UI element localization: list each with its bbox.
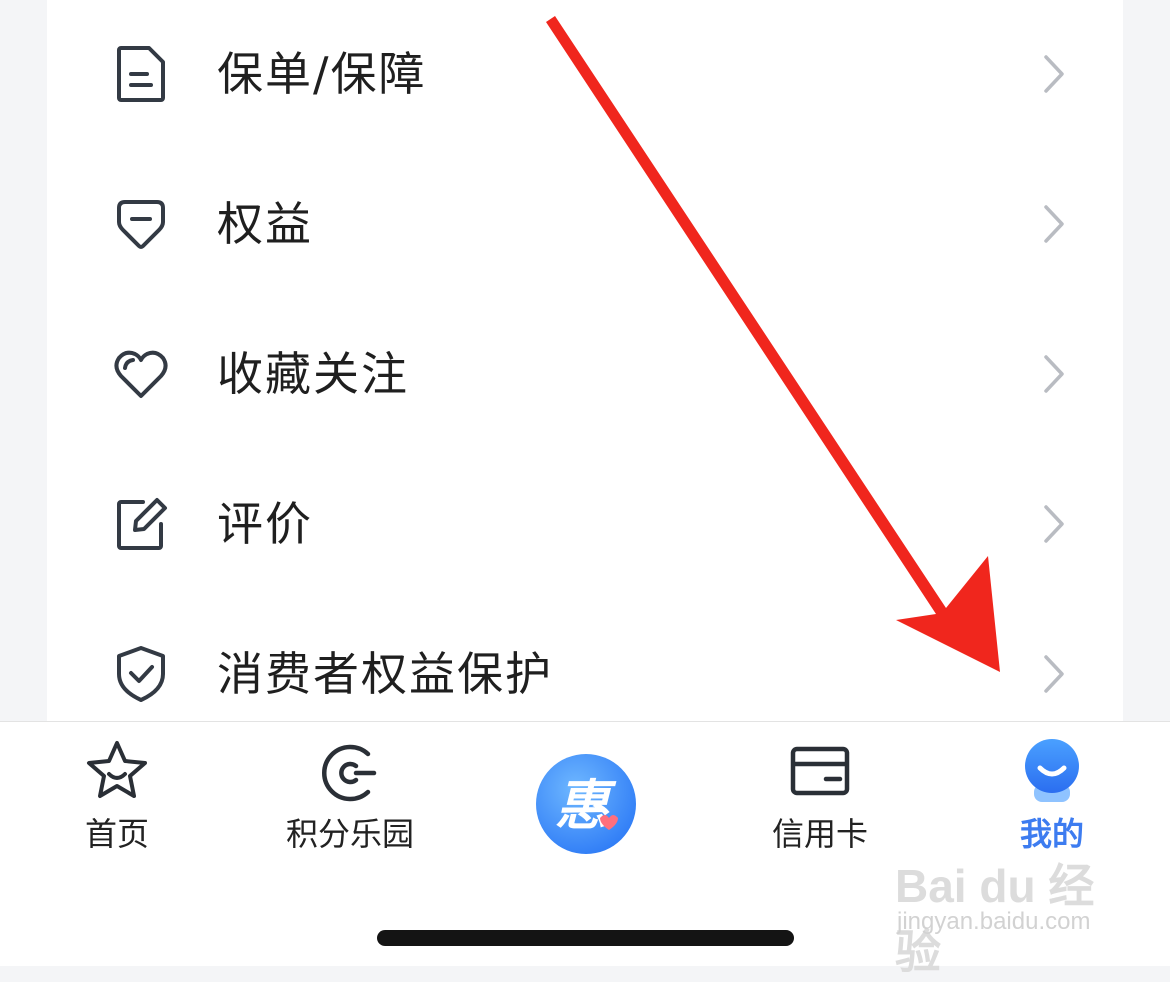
hui-logo-icon: 惠 (536, 754, 636, 854)
shield-check-icon (117, 646, 165, 702)
tab-label: 信用卡 (771, 815, 868, 853)
menu-card: 保单/保障 权益 收藏关注 评价 消费者权益保护 (47, 0, 1123, 721)
menu-item-label: 保单/保障 (217, 47, 427, 101)
menu-item-reviews[interactable]: 评价 (47, 450, 1123, 600)
tab-label: 我的 (1019, 815, 1084, 853)
edit-icon (117, 498, 167, 550)
menu-item-label: 消费者权益保护 (217, 647, 553, 701)
menu-item-rights[interactable]: 权益 (47, 150, 1123, 300)
menu-item-label: 收藏关注 (217, 347, 409, 401)
home-indicator[interactable] (377, 930, 794, 946)
tab-home[interactable]: 首页 (52, 722, 182, 882)
heart-icon (114, 350, 168, 398)
chevron-right-icon (1044, 55, 1064, 93)
tab-hui-center[interactable]: 惠 (530, 722, 642, 882)
menu-item-label: 权益 (217, 197, 313, 251)
tab-points-park[interactable]: 积分乐园 (270, 722, 430, 882)
chevron-right-icon (1044, 655, 1064, 693)
document-icon (117, 46, 165, 102)
tab-mine[interactable]: 我的 (1000, 722, 1104, 882)
tab-credit-card[interactable]: 信用卡 (760, 722, 880, 882)
badge-icon (117, 200, 165, 249)
menu-item-label: 评价 (217, 497, 313, 551)
chevron-right-icon (1044, 355, 1064, 393)
chevron-right-icon (1044, 505, 1064, 543)
chevron-right-icon (1044, 205, 1064, 243)
tab-label: 首页 (84, 815, 149, 853)
points-icon (322, 744, 377, 802)
credit-card-icon (790, 746, 850, 796)
mine-avatar-icon (1025, 739, 1079, 802)
menu-item-favorites[interactable]: 收藏关注 (47, 300, 1123, 450)
menu-item-policy[interactable]: 保单/保障 (47, 0, 1123, 150)
tab-label: 积分乐园 (285, 815, 414, 853)
star-icon (87, 741, 147, 798)
